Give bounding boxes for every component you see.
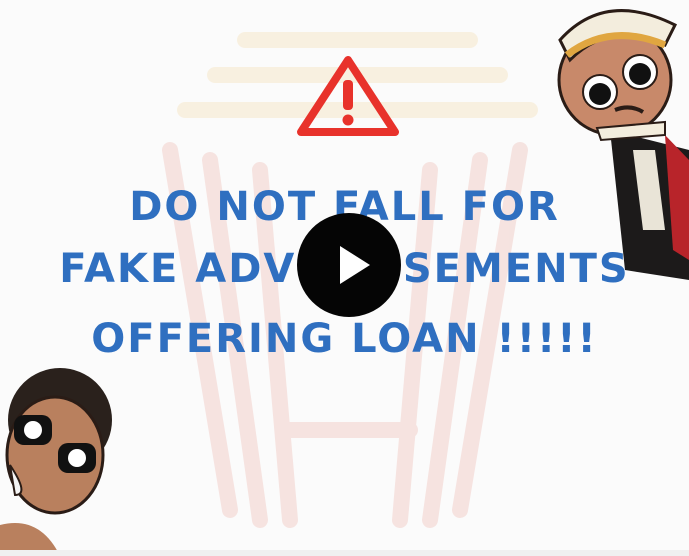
bottom-border [0, 550, 689, 556]
play-button[interactable] [297, 213, 401, 317]
cartoon-character-left [0, 368, 112, 556]
video-player[interactable]: DO NOT FALL FOR FAKE ADVERTISEMENTS OFFE… [0, 0, 689, 556]
warning-triangle-icon [297, 56, 399, 136]
cartoon-character-right [557, 9, 689, 280]
play-icon [340, 246, 370, 284]
headline-line-3: OFFERING LOAN !!!!! [91, 316, 598, 362]
